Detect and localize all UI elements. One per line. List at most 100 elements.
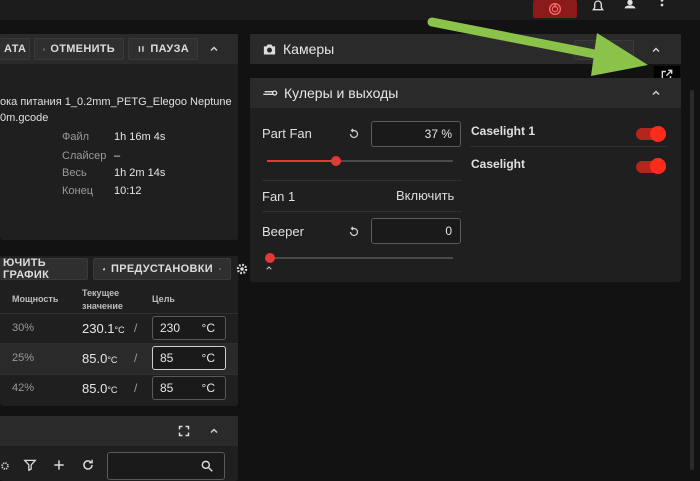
stat-label-file: Файл [62, 131, 90, 143]
pause-label: ПАУЗА [150, 43, 189, 55]
part-fan-slider-thumb[interactable] [330, 156, 341, 166]
pause-icon [138, 46, 144, 52]
stat-label-end: Конец [62, 185, 94, 197]
slash: / [134, 381, 138, 395]
target-temp-input[interactable]: 85 °C [152, 346, 226, 370]
print-status-header: АТА ОТМЕНИТЬ ПАУЗА [0, 34, 238, 64]
current-temp-value: 85.0 [82, 381, 108, 396]
job-filename-line2: 0m.gcode [0, 112, 49, 124]
header-target: Цель [152, 294, 175, 304]
camera-action-button[interactable] [574, 40, 634, 60]
header-power: Мощность [12, 294, 59, 304]
target-value: 85 [160, 381, 174, 395]
bell-icon [592, 0, 604, 11]
chevron-up-icon[interactable] [208, 43, 220, 55]
scrollbar[interactable] [690, 90, 694, 470]
fan-outputs-icon [263, 90, 278, 96]
target-unit: °C [201, 321, 215, 335]
cameras-card: Камеры [250, 34, 681, 64]
target-temp-input[interactable]: 85 °C [152, 376, 226, 400]
fullscreen-icon[interactable] [178, 425, 190, 437]
fire-icon [103, 267, 105, 271]
chevron-up-icon[interactable] [208, 425, 220, 437]
fan1-label: Fan 1 [262, 189, 296, 204]
fan1-enable-button[interactable]: Включить [396, 188, 454, 203]
partial-action-label: АТА [4, 43, 27, 55]
filter-icon[interactable] [23, 458, 37, 472]
fans-header: Кулеры и выходы [250, 78, 681, 108]
top-app-bar [0, 0, 700, 20]
target-temp-input[interactable]: 230 °C [152, 316, 226, 340]
gear-icon[interactable] [0, 460, 10, 472]
plus-icon[interactable] [52, 458, 66, 472]
beeper-input[interactable]: 0 [371, 218, 461, 244]
cancel-icon [43, 47, 46, 51]
current-temp-unit: °C [107, 355, 118, 365]
divider [262, 180, 462, 181]
cameras-title: Камеры [283, 41, 335, 57]
gear-icon[interactable] [235, 262, 249, 276]
beeper-slider-track[interactable] [267, 257, 453, 259]
part-fan-speed-input[interactable]: 37 % [371, 121, 461, 147]
thermals-card: ЮЧИТЬ ГРАФИК ПРЕДУСТАНОВКИ Мощность Теку… [0, 256, 238, 406]
slash: / [134, 321, 138, 335]
current-temp: 85.0°C [82, 351, 117, 366]
part-fan-label: Part Fan [262, 126, 312, 141]
refresh-icon[interactable] [81, 458, 95, 472]
target-unit: °C [201, 381, 215, 395]
console-header [0, 416, 238, 446]
more-vert-icon [660, 0, 664, 7]
chevron-up-icon[interactable] [650, 87, 662, 99]
account-button[interactable] [620, 0, 640, 14]
fans-outputs-card: Кулеры и выходы Part Fan 37 % Fan 1 Вклю… [250, 78, 681, 282]
reset-icon[interactable] [348, 128, 360, 140]
part-fan-value: 37 % [424, 127, 452, 141]
stat-label-total: Весь [62, 167, 87, 179]
presets-button[interactable]: ПРЕДУСТАНОВКИ [93, 258, 231, 280]
power-value: 42% [12, 382, 35, 394]
job-filename-line1: ока питания 1_0.2mm_PETG_Elegoo Neptune [0, 96, 232, 108]
cancel-print-button[interactable]: ОТМЕНИТЬ [34, 38, 124, 60]
more-menu-button[interactable] [652, 0, 672, 14]
current-temp-value: 85.0 [82, 351, 108, 366]
stat-value-file: 1h 16m 4s [114, 131, 166, 143]
current-temp-unit: °C [107, 385, 118, 395]
notifications-button[interactable] [588, 0, 608, 14]
stat-value-end: 10:12 [114, 185, 142, 197]
chevron-up-icon[interactable] [264, 264, 274, 272]
stat-value-total: 1h 2m 14s [114, 167, 166, 179]
beeper-slider-thumb[interactable] [265, 253, 275, 263]
thermals-header: ЮЧИТЬ ГРАФИК ПРЕДУСТАНОВКИ [0, 256, 238, 282]
current-temp: 85.0°C [82, 381, 117, 396]
toggle-chart-label: ЮЧИТЬ ГРАФИК [3, 257, 50, 281]
beeper-label: Beeper [262, 224, 304, 239]
pause-print-button[interactable]: ПАУЗА [128, 38, 198, 60]
console-card [0, 416, 238, 481]
power-value: 30% [12, 322, 35, 334]
slash: / [134, 351, 138, 365]
stat-label-slicer: Слайсер [62, 150, 107, 162]
target-value: 85 [160, 351, 174, 365]
stat-value-slicer: – [114, 150, 121, 162]
divider [470, 146, 668, 147]
header-current-2: значение [82, 301, 123, 311]
emergency-stop-icon [549, 3, 561, 15]
target-value: 230 [160, 321, 181, 335]
fans-title: Кулеры и выходы [284, 85, 399, 101]
current-temp-value: 230.1 [82, 321, 115, 336]
beeper-value: 0 [445, 224, 452, 238]
caselight-toggle-thumb[interactable] [650, 158, 666, 174]
camera-icon [263, 44, 276, 54]
current-temp-unit: °C [114, 325, 125, 335]
toggle-chart-button[interactable]: ЮЧИТЬ ГРАФИК [0, 257, 88, 281]
caselight-1-toggle-thumb[interactable] [650, 126, 666, 142]
search-icon [201, 460, 213, 472]
chevron-up-icon[interactable] [650, 44, 662, 56]
output-label-caselight-1: Caselight 1 [471, 124, 536, 138]
chevron-down-icon [218, 268, 222, 270]
partial-action-button[interactable]: АТА [0, 38, 30, 60]
emergency-stop-button[interactable] [533, 0, 577, 18]
reset-icon[interactable] [348, 226, 360, 238]
cancel-label: ОТМЕНИТЬ [50, 43, 115, 55]
search-input[interactable] [107, 452, 225, 480]
